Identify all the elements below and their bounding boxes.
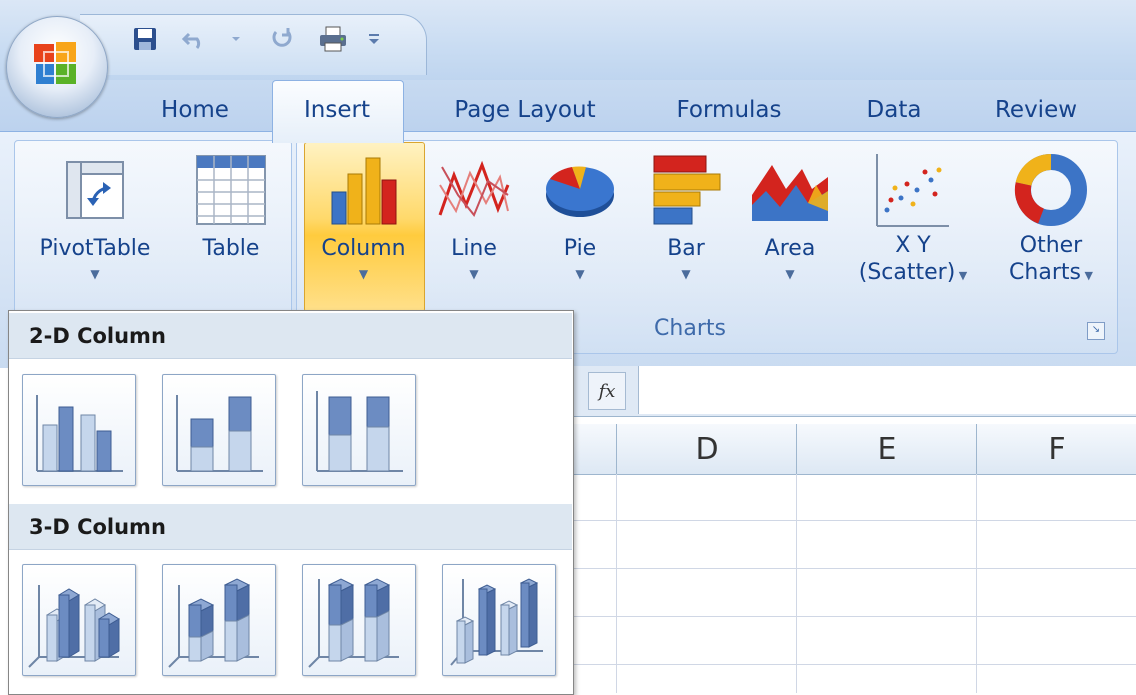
chevron-down-icon: ▼ — [955, 269, 968, 282]
scatter-label-line2: (Scatter) — [858, 260, 956, 285]
3d-clustered-column-icon[interactable] — [22, 564, 136, 676]
pivottable-label: PivotTable — [39, 236, 151, 261]
line-chart-icon — [434, 146, 514, 234]
pivottable-button[interactable]: PivotTable ▼ — [30, 146, 160, 280]
pie-chart-button[interactable]: Pie ▼ — [540, 146, 620, 280]
undo-dropdown-icon[interactable] — [228, 24, 244, 54]
100-percent-stacked-column-icon[interactable] — [302, 374, 416, 486]
grid-line — [572, 664, 1136, 665]
section-header-3d-column: 3-D Column — [9, 504, 572, 550]
chevron-down-icon: ▼ — [785, 267, 795, 281]
tab-insert[interactable]: Insert — [272, 88, 402, 132]
area-chart-button[interactable]: Area ▼ — [750, 146, 830, 280]
grid-line — [572, 616, 1136, 617]
column-header-d[interactable]: D — [616, 424, 797, 474]
pie-chart-icon — [540, 146, 620, 234]
scatter-label-line2-wrap: (Scatter) ▼ — [859, 258, 968, 291]
charts-group-label: Charts — [654, 316, 726, 341]
area-chart-icon — [750, 146, 830, 234]
table-button[interactable]: Table — [186, 146, 276, 264]
pivottable-icon — [55, 146, 135, 234]
bar-label: Bar — [667, 236, 705, 261]
column-header-f[interactable]: F — [976, 424, 1136, 474]
dialog-launcher-icon[interactable]: ↘ — [1087, 322, 1105, 340]
line-chart-button[interactable]: Line ▼ — [436, 146, 512, 280]
grid-line — [572, 568, 1136, 569]
section-header-2d-column: 2-D Column — [9, 313, 572, 359]
other-charts-label-line2: Charts — [1009, 260, 1081, 285]
tab-review[interactable]: Review — [976, 88, 1096, 132]
chevron-down-icon: ▼ — [358, 267, 369, 281]
line-label: Line — [451, 236, 497, 261]
chevron-down-icon: ▼ — [681, 267, 691, 281]
column-label: Column — [321, 236, 406, 261]
bar-chart-button[interactable]: Bar ▼ — [646, 146, 726, 280]
tab-data[interactable]: Data — [846, 88, 942, 132]
column-chart-icon — [324, 146, 404, 234]
doughnut-chart-icon — [1011, 146, 1091, 234]
bar-chart-icon — [646, 146, 726, 234]
grid-line — [616, 474, 617, 693]
scatter-label-line1: X Y — [895, 233, 931, 258]
3d-stacked-column-icon[interactable] — [162, 564, 276, 676]
chevron-down-icon: ▼ — [575, 267, 585, 281]
tab-page-layout[interactable]: Page Layout — [430, 88, 620, 132]
clustered-column-icon[interactable] — [22, 374, 136, 486]
chevron-down-icon: ▼ — [469, 267, 479, 281]
undo-icon[interactable] — [180, 24, 210, 54]
grid-line — [796, 474, 797, 693]
formula-input[interactable] — [638, 366, 1136, 414]
pie-label: Pie — [563, 236, 597, 261]
tab-formulas[interactable]: Formulas — [654, 88, 804, 132]
save-icon[interactable] — [130, 24, 160, 54]
office-logo-icon — [34, 42, 76, 84]
grid-line — [976, 474, 977, 693]
3d-column-icon[interactable] — [442, 564, 556, 676]
table-label: Table — [202, 236, 260, 261]
chevron-down-icon: ▼ — [1080, 269, 1093, 282]
other-charts-label-line1: Other — [1019, 233, 1083, 258]
scatter-chart-button[interactable]: X Y (Scatter) ▼ — [848, 146, 978, 291]
3d-100-percent-stacked-column-icon[interactable] — [302, 564, 416, 676]
grid-line — [572, 520, 1136, 521]
area-label: Area — [764, 236, 816, 261]
column-chart-button[interactable]: Column ▼ — [304, 146, 423, 280]
other-charts-label-line2-wrap: Charts ▼ — [1009, 258, 1093, 291]
column-header-e[interactable]: E — [796, 424, 977, 474]
scatter-chart-icon — [873, 146, 953, 234]
print-icon[interactable] — [318, 24, 348, 54]
other-charts-button[interactable]: Other Charts ▼ — [996, 146, 1106, 291]
chevron-down-icon: ▼ — [90, 267, 100, 281]
stacked-column-icon[interactable] — [162, 374, 276, 486]
redo-icon[interactable] — [268, 24, 298, 54]
tab-home[interactable]: Home — [140, 88, 250, 132]
insert-function-button[interactable]: fx — [588, 372, 626, 410]
table-icon — [191, 146, 271, 234]
customize-qat-icon[interactable] — [364, 24, 384, 54]
